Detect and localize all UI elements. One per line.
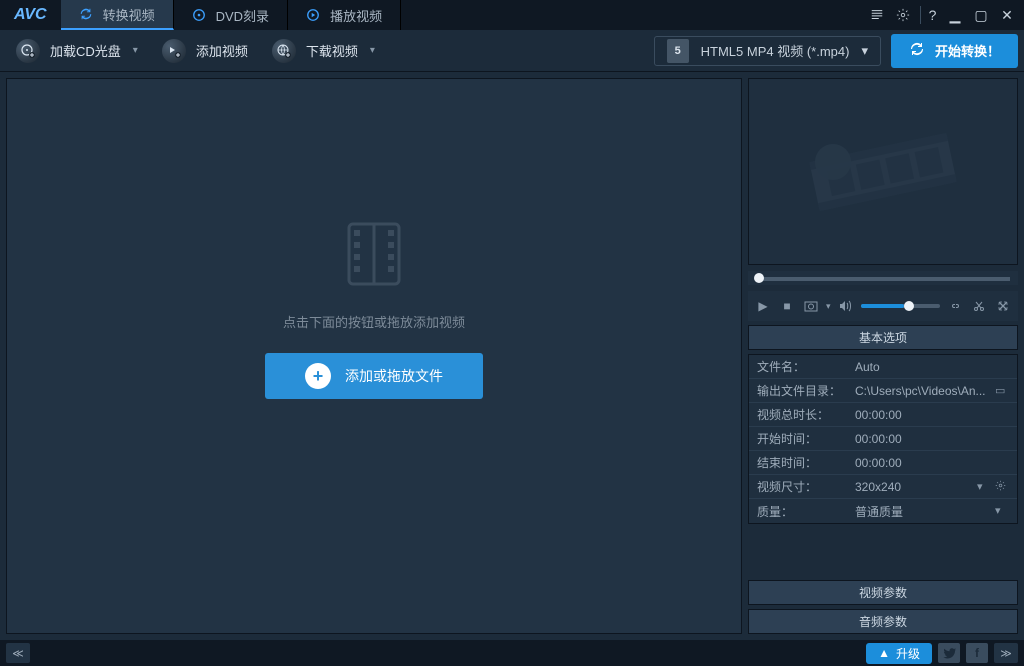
settings-icon[interactable] [894, 6, 912, 24]
load-cd-button[interactable]: 加载CD光盘 ▾ [6, 34, 148, 68]
refresh-icon [79, 7, 93, 21]
drop-hint: 点击下面的按钮或拖放添加视频 [283, 312, 465, 331]
tab-play[interactable]: 播放视频 [288, 0, 401, 30]
basic-options-header[interactable]: 基本选项 [748, 325, 1018, 350]
main-tabs: 转换视频 DVD刻录 播放视频 [61, 0, 868, 30]
prop-duration: 视频总时长： 00:00:00 [749, 403, 1017, 427]
toolbar: 加载CD光盘 ▾ 添加视频 下载视频 ▾ 5 HTML5 MP4 视频 (*.m… [0, 30, 1024, 72]
play-icon [306, 8, 320, 22]
crop-icon[interactable] [994, 297, 1012, 315]
preview-area [748, 78, 1018, 265]
preview-scrubber[interactable] [748, 271, 1018, 285]
chevron-down-icon[interactable]: ▾ [995, 504, 1009, 518]
plus-icon: + [305, 363, 331, 389]
minimize-button[interactable]: ▁ [946, 6, 964, 24]
prop-filename: 文件名： Auto [749, 355, 1017, 379]
add-video-button[interactable]: 添加视频 [152, 34, 258, 68]
facebook-icon[interactable]: f [966, 643, 988, 663]
title-bar: AVC 转换视频 DVD刻录 播放视频 ? ▁ ▢ ✕ [0, 0, 1024, 30]
video-params-header[interactable]: 视频参数 [748, 580, 1018, 605]
tab-label: 转换视频 [103, 5, 155, 24]
button-label: 添加或拖放文件 [345, 366, 443, 386]
refresh-icon [909, 41, 925, 60]
app-logo: AVC [0, 6, 61, 24]
basic-options-table: 文件名： Auto 输出文件目录： C:\Users\pc\Videos\An.… [748, 354, 1018, 524]
prop-video-size: 视频尺寸： 320x240 ▾ [749, 475, 1017, 499]
link-icon[interactable] [946, 297, 964, 315]
film-icon [334, 214, 414, 294]
html5-icon: 5 [667, 39, 689, 63]
prop-start-time: 开始时间： 00:00:00 [749, 427, 1017, 451]
button-label: 开始转换！ [935, 41, 1000, 60]
output-format-selector[interactable]: 5 HTML5 MP4 视频 (*.mp4) ▾ [654, 36, 881, 66]
button-label: 添加视频 [196, 41, 248, 60]
volume-slider[interactable] [861, 304, 940, 308]
gear-icon[interactable] [995, 480, 1009, 494]
main-area: 点击下面的按钮或拖放添加视频 + 添加或拖放文件 [0, 72, 1024, 640]
preview-controls: ▶ ■ ▾ [748, 291, 1018, 321]
tab-dvd[interactable]: DVD刻录 [174, 0, 288, 30]
collapse-left-button[interactable]: ≪ [6, 643, 30, 663]
expand-right-button[interactable]: ≫ [994, 643, 1018, 663]
chevron-down-icon: ▾ [370, 45, 375, 56]
volume-icon[interactable] [837, 297, 855, 315]
chevron-down-icon[interactable]: ▾ [977, 480, 991, 494]
snapshot-button[interactable] [802, 297, 820, 315]
disc-icon [192, 8, 206, 22]
tab-label: 播放视频 [330, 6, 382, 25]
audio-params-header[interactable]: 音频参数 [748, 609, 1018, 634]
button-label: 下载视频 [306, 41, 358, 60]
up-arrow-icon: ▲ [878, 646, 890, 660]
cut-icon[interactable] [970, 297, 988, 315]
start-convert-button[interactable]: 开始转换！ [891, 34, 1018, 68]
video-plus-icon [162, 39, 186, 63]
volume-knob[interactable] [904, 301, 914, 311]
tab-label: DVD刻录 [216, 6, 269, 25]
prop-quality: 质量： 普通质量 ▾ [749, 499, 1017, 523]
globe-plus-icon [272, 39, 296, 63]
button-label: 升级 [896, 645, 920, 662]
chevron-down-icon: ▾ [861, 43, 868, 59]
stop-button[interactable]: ■ [778, 297, 796, 315]
list-icon[interactable] [868, 6, 886, 24]
cd-plus-icon [16, 39, 40, 63]
help-icon[interactable]: ? [920, 6, 938, 24]
twitter-icon[interactable] [938, 643, 960, 663]
status-bar: ≪ ▲ 升级 f ≫ [0, 640, 1024, 666]
browse-icon[interactable]: ▭ [995, 384, 1009, 398]
add-files-button[interactable]: + 添加或拖放文件 [265, 353, 483, 399]
chevron-down-icon: ▾ [133, 45, 138, 56]
chevron-down-icon[interactable]: ▾ [826, 301, 831, 312]
scrubber-knob[interactable] [754, 273, 764, 283]
film-strip-icon [793, 112, 973, 232]
format-label: HTML5 MP4 视频 (*.mp4) [701, 41, 850, 60]
maximize-button[interactable]: ▢ [972, 6, 990, 24]
button-label: 加载CD光盘 [50, 41, 121, 60]
drop-zone[interactable]: 点击下面的按钮或拖放添加视频 + 添加或拖放文件 [6, 78, 742, 634]
close-button[interactable]: ✕ [998, 6, 1016, 24]
prop-output-dir: 输出文件目录： C:\Users\pc\Videos\An... ▭ [749, 379, 1017, 403]
right-panel: ▶ ■ ▾ 基本选项 文件名： Auto 输出文件目录： C:\Users\pc… [748, 78, 1018, 634]
window-controls: ? ▁ ▢ ✕ [868, 6, 1024, 24]
upgrade-button[interactable]: ▲ 升级 [866, 643, 932, 664]
prop-end-time: 结束时间： 00:00:00 [749, 451, 1017, 475]
download-video-button[interactable]: 下载视频 ▾ [262, 34, 385, 68]
tab-convert[interactable]: 转换视频 [61, 0, 174, 30]
play-button[interactable]: ▶ [754, 297, 772, 315]
